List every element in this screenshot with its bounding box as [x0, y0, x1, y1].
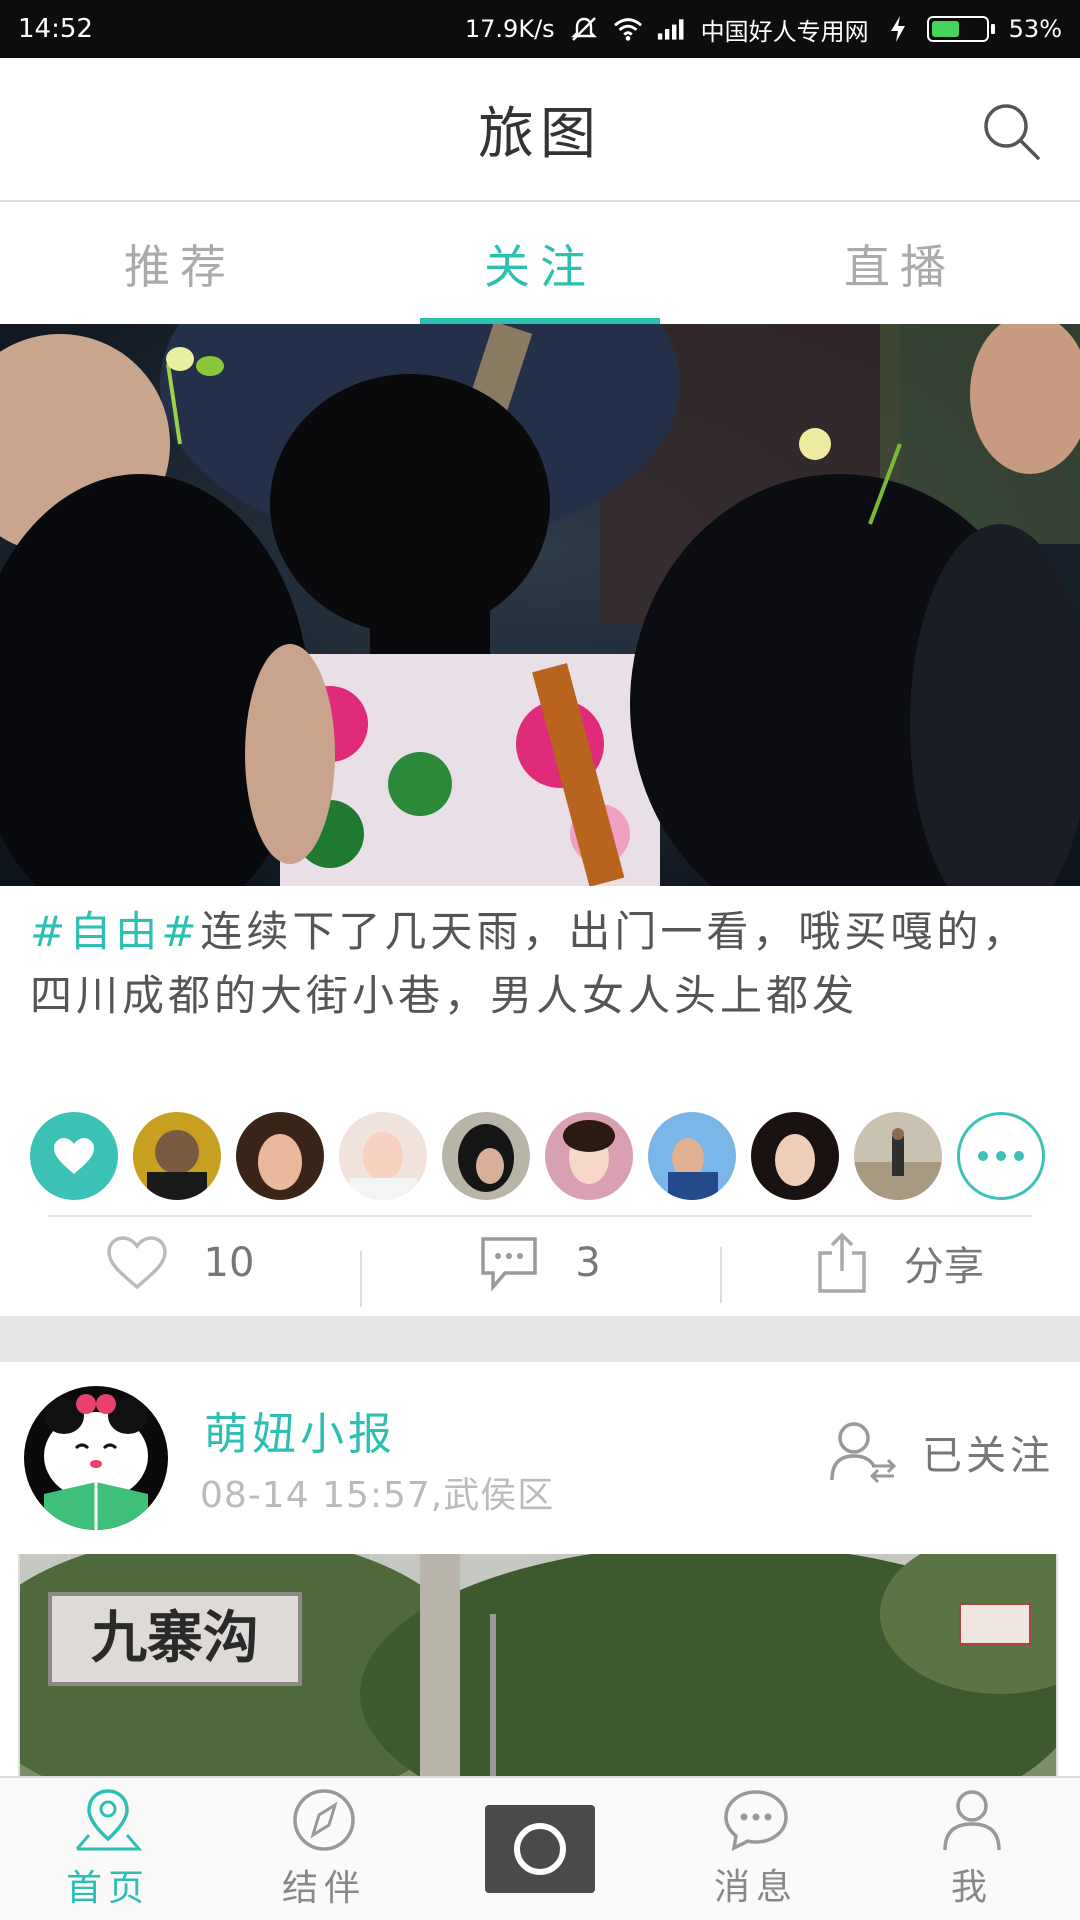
nav-messages-label: 消息 [713, 1867, 798, 1908]
divider [48, 1215, 1032, 1217]
heart-outline-icon [106, 1236, 167, 1290]
battery-icon [926, 16, 995, 42]
liker-avatar[interactable] [854, 1112, 942, 1200]
nav-camera[interactable] [432, 1778, 648, 1920]
caption-text: 连续下了几天雨，出门一看，哦买嘎的， [200, 907, 1029, 956]
network-speed: 17.9K/s [464, 15, 555, 43]
hashtag-link[interactable]: #自由# [30, 907, 200, 956]
liker-avatar[interactable] [545, 1112, 633, 1200]
comment-action[interactable]: 3 [360, 1235, 720, 1307]
status-right: 17.9K/s 中国好人专用网 53% [465, 12, 1062, 47]
liker-avatar[interactable] [648, 1112, 736, 1200]
liker-avatar[interactable] [133, 1112, 221, 1200]
post-meta: 08-14 15:57,武侯区 [200, 1475, 555, 1516]
tab-following[interactable]: 关注 [360, 204, 720, 324]
camera-shutter-icon [514, 1823, 566, 1875]
nav-messages[interactable]: 消息 [648, 1778, 864, 1920]
user-icon [943, 1790, 1001, 1851]
post2-header: 萌妞小报 08-14 15:57,武侯区 已关注 [0, 1362, 1080, 1542]
tab-live[interactable]: 直播 [720, 204, 1080, 324]
post-actions: 10 3 分享 [0, 1220, 1080, 1307]
location-pin-icon [75, 1789, 143, 1851]
camera-button[interactable] [485, 1805, 595, 1893]
carrier-name: 中国好人专用网 [700, 17, 869, 46]
wifi-icon [613, 14, 643, 44]
like-button[interactable] [30, 1112, 118, 1200]
post-separator [0, 1316, 1080, 1362]
like-count: 10 [203, 1240, 255, 1286]
nav-home[interactable]: 首页 [0, 1778, 216, 1920]
page-title: 旅图 [478, 101, 602, 167]
nav-home-label: 首页 [65, 1868, 150, 1909]
compass-icon [293, 1789, 355, 1851]
signal-icon [657, 14, 687, 44]
nav-me[interactable]: 我 [864, 1778, 1080, 1920]
liker-avatar[interactable] [339, 1112, 427, 1200]
follow-button[interactable]: 已关注 [828, 1420, 1054, 1484]
charging-icon [883, 14, 913, 44]
nav-companion-label: 结伴 [281, 1868, 366, 1909]
post2-photo[interactable]: 九寨沟 [18, 1554, 1058, 1776]
heart-icon [54, 1138, 94, 1174]
nav-me-label: 我 [950, 1867, 993, 1908]
search-icon [984, 104, 1040, 160]
liker-avatar[interactable] [236, 1112, 324, 1200]
post-photo[interactable] [0, 324, 1080, 886]
feed-tabs: 推荐 关注 直播 [0, 204, 1080, 324]
caption-text-line2: 四川成都的大街小巷，男人女人头上都发 [30, 971, 859, 1020]
jiuzhaigou-sign-text: 九寨沟 [91, 1605, 259, 1671]
status-bar: 14:52 17.9K/s 中国好人专用网 53% [0, 0, 1080, 58]
share-action[interactable]: 分享 [720, 1231, 1080, 1303]
search-button[interactable] [980, 100, 1044, 164]
like-action[interactable]: 10 [0, 1235, 360, 1291]
user-follow-icon [830, 1422, 897, 1484]
mute-icon [569, 14, 599, 44]
status-time: 14:52 [18, 14, 93, 44]
nav-companion[interactable]: 结伴 [216, 1778, 432, 1920]
author-name[interactable]: 萌妞小报 [204, 1398, 396, 1462]
more-likers-button[interactable] [957, 1112, 1045, 1200]
share-icon [818, 1232, 866, 1293]
author-avatar[interactable] [24, 1386, 168, 1530]
likers-row [30, 1112, 1050, 1200]
post-caption[interactable]: #自由#连续下了几天雨，出门一看，哦买嘎的， 四川成都的大街小巷，男人女人头上都… [30, 900, 1050, 1028]
liker-avatar[interactable] [751, 1112, 839, 1200]
comment-count: 3 [575, 1240, 601, 1286]
app-header: 旅图 [0, 58, 1080, 202]
share-label: 分享 [904, 1244, 984, 1290]
battery-percent: 53% [1008, 15, 1062, 43]
message-bubble-icon [724, 1790, 788, 1852]
tab-recommend[interactable]: 推荐 [0, 204, 360, 324]
comment-icon [481, 1237, 538, 1291]
follow-label: 已关注 [922, 1433, 1054, 1479]
liker-avatar[interactable] [442, 1112, 530, 1200]
bottom-nav: 首页 结伴 消息 我 [0, 1776, 1080, 1920]
